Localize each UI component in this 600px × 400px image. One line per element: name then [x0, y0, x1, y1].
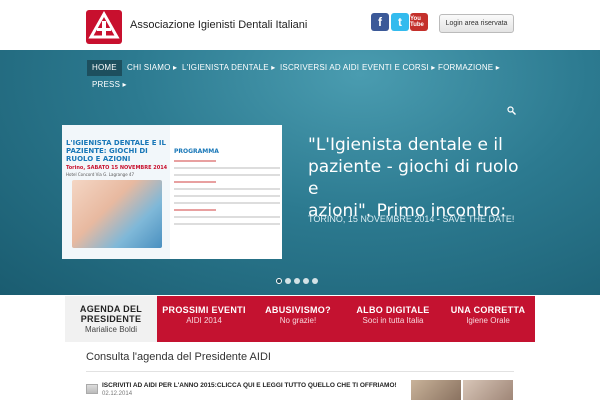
tab-title: AGENDA DEL PRESIDENTE: [79, 304, 143, 324]
slide-dots: [276, 278, 318, 284]
tab-agenda-presidente[interactable]: AGENDA DEL PRESIDENTE Marialice Boldi: [65, 296, 157, 342]
nav-item-home[interactable]: HOME: [87, 60, 122, 76]
slide-heading-line: "L'Igienista dentale e il: [308, 135, 503, 155]
post-title-link[interactable]: ISCRIVITI AD AIDI PER L'ANNO 2015:CLICCA…: [102, 382, 397, 389]
program-label: PROGRAMMA: [174, 148, 219, 155]
tab-prossimi-eventi[interactable]: PROSSIMI EVENTI AIDI 2014: [157, 296, 251, 342]
slide-photo: [72, 180, 162, 248]
tab-subtitle: AIDI 2014: [186, 316, 222, 325]
nav-item-formazione[interactable]: FORMAZIONE ▸: [433, 60, 505, 76]
slide-subtitle: TORINO, 15 NOVEMBRE 2014 - SAVE THE DATE…: [308, 214, 515, 224]
facebook-icon[interactable]: f: [371, 13, 389, 31]
twitter-icon[interactable]: t: [391, 13, 409, 31]
feature-tabs: AGENDA DEL PRESIDENTE Marialice Boldi PR…: [65, 296, 535, 342]
hero-section: HOME CHI SIAMO ▸ L'IGIENISTA DENTALE ▸ I…: [0, 50, 600, 295]
divider: [86, 371, 514, 372]
slide-image-left: L'IGIENISTA DENTALE E IL PAZIENTE: GIOCH…: [62, 125, 170, 259]
post-date: 02.12.2014: [102, 391, 133, 397]
tab-subtitle: Marialice Boldi: [84, 325, 138, 334]
tab-title: UNA CORRETTA: [450, 305, 526, 315]
post-image[interactable]: [463, 380, 513, 400]
slide-dot[interactable]: [276, 278, 282, 284]
slide-image-address: Hotel Concord Via G. Lagrange 47: [66, 172, 135, 177]
nav-item-eventi-corsi[interactable]: EVENTI E CORSI ▸: [357, 60, 440, 76]
section-title: Consulta l'agenda del Presidente AIDI: [86, 351, 271, 363]
site-title[interactable]: Associazione Igienisti Dentali Italiani: [130, 19, 307, 31]
slide-image[interactable]: L'IGIENISTA DENTALE E IL PAZIENTE: GIOCH…: [62, 125, 282, 259]
nav-item-chi-siamo[interactable]: CHI SIAMO ▸: [122, 60, 182, 76]
tab-title: ALBO DIGITALE: [356, 305, 430, 315]
search-icon[interactable]: [507, 106, 516, 117]
slide-dot[interactable]: [285, 278, 291, 284]
nav-item-press[interactable]: PRESS ▸: [87, 77, 132, 93]
slide-image-title: L'IGIENISTA DENTALE E IL PAZIENTE: GIOCH…: [66, 139, 166, 163]
aidi-logo[interactable]: [86, 10, 122, 44]
slide-heading-line: paziente - giochi di ruolo e: [308, 157, 519, 199]
tab-title: ABUSIVISMO?: [265, 305, 331, 315]
tab-title: PROSSIMI EVENTI: [162, 305, 246, 315]
youtube-icon[interactable]: You Tube: [410, 13, 428, 31]
post-image[interactable]: [411, 380, 461, 400]
tab-corretta-igiene[interactable]: UNA CORRETTA Igiene Orale: [441, 296, 535, 342]
tab-subtitle: No grazie!: [279, 316, 317, 325]
slide-dot[interactable]: [312, 278, 318, 284]
slide-image-program: PROGRAMMA: [174, 129, 280, 255]
tab-subtitle: Igiene Orale: [466, 316, 510, 325]
login-button[interactable]: Login area riservata: [439, 14, 514, 33]
slide-dot[interactable]: [294, 278, 300, 284]
slide-image-date: Torino, SABATO 15 NOVEMBRE 2014: [66, 165, 168, 171]
site-header: Associazione Igienisti Dentali Italiani …: [0, 0, 600, 50]
slide-dot[interactable]: [303, 278, 309, 284]
tab-abusivismo[interactable]: ABUSIVISMO? No grazie!: [251, 296, 345, 342]
tab-albo-digitale[interactable]: ALBO DIGITALE Soci in tutta Italia: [345, 296, 441, 342]
tab-subtitle: Soci in tutta Italia: [362, 316, 424, 325]
slide-heading[interactable]: "L'Igienista dentale e il paziente - gio…: [308, 134, 534, 222]
program-header: [174, 129, 280, 134]
post-thumbnail-icon[interactable]: [86, 384, 98, 394]
nav-item-iscriversi[interactable]: ISCRIVERSI AD AIDI: [275, 60, 364, 76]
nav-item-igienista-dentale[interactable]: L'IGIENISTA DENTALE ▸: [177, 60, 280, 76]
